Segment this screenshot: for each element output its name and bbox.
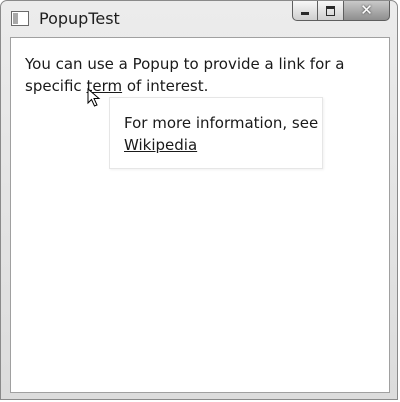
close-button[interactable]: ✕ bbox=[344, 1, 390, 21]
popup-info-text: For more information, see bbox=[124, 114, 319, 132]
maximize-button[interactable] bbox=[318, 1, 344, 21]
wikipedia-link[interactable]: Wikipedia bbox=[124, 136, 197, 154]
window-app-icon[interactable] bbox=[11, 11, 29, 26]
popup-content: For more information, see Wikipedia bbox=[124, 112, 318, 156]
client-area: You can use a Popup to provide a link fo… bbox=[10, 37, 390, 393]
mouse-pointer-icon bbox=[87, 88, 101, 107]
popup-test-window: PopupTest ✕ You can use a Popup to provi… bbox=[0, 0, 398, 400]
window-title: PopupTest bbox=[39, 9, 120, 28]
caption-buttons: ✕ bbox=[292, 1, 390, 22]
description-text-end: of interest. bbox=[122, 77, 209, 95]
popup: For more information, see Wikipedia bbox=[109, 97, 323, 169]
minimize-button[interactable] bbox=[292, 1, 318, 21]
close-icon: ✕ bbox=[360, 1, 373, 19]
title-bar[interactable]: PopupTest ✕ bbox=[1, 1, 397, 37]
description-text: You can use a Popup to provide a link fo… bbox=[25, 53, 375, 97]
